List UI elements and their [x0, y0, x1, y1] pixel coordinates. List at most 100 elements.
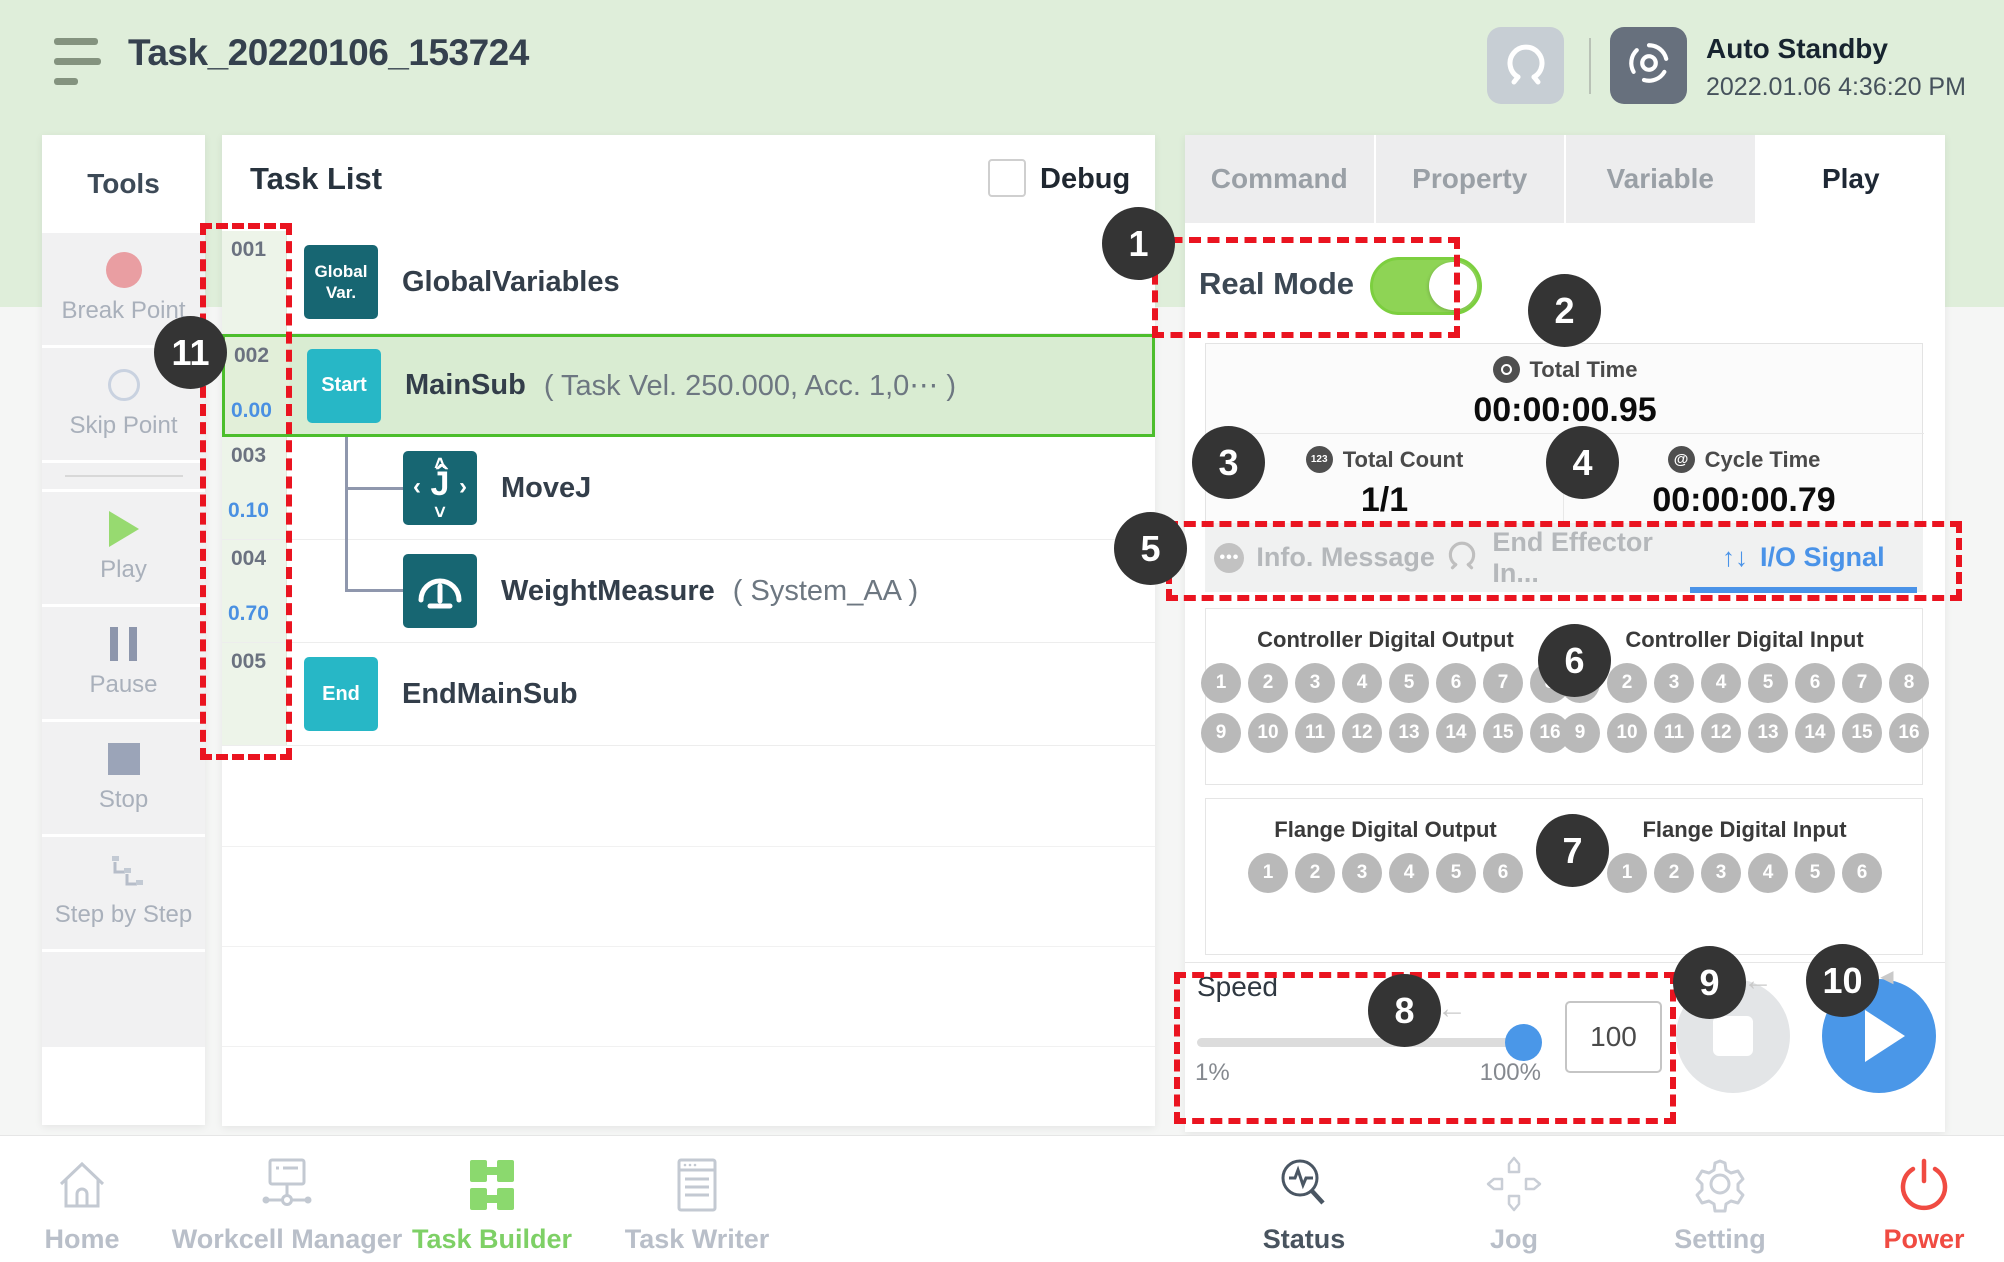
real-mode-toggle[interactable] — [1370, 257, 1482, 315]
io-group-left: Controller Digital Output123456789101112… — [1206, 609, 1565, 784]
movej-icon: ˄‹Ĵ›˅ — [403, 451, 477, 525]
io-channel-indicator: 11 — [1654, 713, 1694, 753]
line-number: 005 — [231, 650, 266, 674]
speed-min-label: 1% — [1195, 1059, 1230, 1087]
line-number: 002 — [234, 344, 269, 368]
tab-command[interactable]: Command — [1185, 135, 1376, 223]
io-tab-end-effector-in-[interactable]: End Effector In... — [1444, 523, 1683, 592]
speed-max-label: 100% — [1461, 1059, 1541, 1087]
line-number: 004 — [231, 547, 266, 571]
task-row-label: MainSub — [405, 369, 526, 402]
line-number-cell: 0020.00 — [225, 337, 290, 434]
total-count-value: 1/1 — [1206, 481, 1563, 520]
nav-item-jog[interactable]: Jog — [1394, 1142, 1634, 1255]
debug-label: Debug — [1040, 163, 1130, 196]
task-list-panel: Task List Debug 001GlobalVar.GlobalVaria… — [222, 135, 1155, 1126]
task-row-content: Start MainSub ( Task Vel. 250.000, Acc. 1,… — [307, 337, 956, 434]
tool-play-button[interactable]: Play — [42, 492, 205, 604]
tab-variable[interactable]: Variable — [1566, 135, 1757, 223]
io-channel-indicator: 1 — [1607, 853, 1647, 893]
tree-connector-vertical — [345, 437, 348, 592]
io-channel-indicator: 8 — [1889, 663, 1929, 703]
tools-divider — [42, 463, 205, 489]
annotation-badge-4: 4 — [1546, 426, 1619, 499]
tool-pause-button[interactable]: Pause — [42, 607, 205, 719]
io-channel-indicator: 5 — [1748, 663, 1788, 703]
annotation-badge-2: 2 — [1528, 274, 1601, 347]
io-channel-indicator: 12 — [1342, 713, 1382, 753]
nav-item-status[interactable]: Status — [1184, 1142, 1424, 1255]
io-tab-label: End Effector In... — [1492, 527, 1683, 589]
nav-item-label: Power — [1804, 1224, 2004, 1255]
io-channel-indicator: 4 — [1389, 853, 1429, 893]
io-tab-label: Info. Message — [1256, 542, 1435, 573]
io-channel-indicator: 3 — [1701, 853, 1741, 893]
end-icon: End — [304, 657, 378, 731]
io-channel-indicator: 3 — [1295, 663, 1335, 703]
total-time-cell: Total Time 00:00:00.95 — [1206, 344, 1924, 434]
io-tab-i-o-signal[interactable]: ↑↓I/O Signal — [1684, 523, 1923, 592]
nav-item-workcell-manager[interactable]: Workcell Manager — [167, 1142, 407, 1255]
nav-item-label: Jog — [1394, 1224, 1634, 1255]
io-channel-indicator: 4 — [1701, 663, 1741, 703]
step-by-step-icon — [42, 851, 205, 897]
empty-row-separator — [222, 1046, 1155, 1047]
annotation-badge-7: 7 — [1536, 814, 1609, 887]
io-channel-indicator: 10 — [1248, 713, 1288, 753]
toggle-knob — [1429, 262, 1477, 310]
nav-item-label: Task Builder — [372, 1224, 612, 1255]
line-number-cell: 001 — [222, 231, 287, 333]
io-channel-indicator: 7 — [1483, 663, 1523, 703]
nav-item-label: Status — [1184, 1224, 1424, 1255]
io-channel-indicator: 5 — [1436, 853, 1476, 893]
task-row-001[interactable]: 001GlobalVar.GlobalVariables — [222, 231, 1155, 334]
task-row-content: EndEndMainSub — [304, 643, 578, 745]
global-var-icon: GlobalVar. — [304, 245, 378, 319]
tool-label: Step by Step — [42, 901, 205, 929]
speed-slider-thumb[interactable] — [1505, 1024, 1542, 1061]
nav-item-task-builder[interactable]: Task Builder — [372, 1142, 612, 1255]
task-list-title: Task List — [250, 161, 382, 197]
task-row-detail: ( Task Vel. 250.000, Acc. 1,0⋯ ) — [544, 368, 956, 403]
line-number: 003 — [231, 444, 266, 468]
gripper-button[interactable] — [1487, 27, 1564, 104]
auto-mode-button[interactable] — [1610, 27, 1687, 104]
speed-slider-track[interactable] — [1197, 1038, 1541, 1047]
speed-value-input[interactable]: 100 — [1565, 1001, 1662, 1073]
io-channel-indicator: 7 — [1842, 663, 1882, 703]
io-group-right: Controller Digital Input1234567891011121… — [1565, 609, 1924, 784]
io-channel-indicator: 14 — [1795, 713, 1835, 753]
task-row-005[interactable]: 005 EndEndMainSub — [222, 643, 1155, 746]
tool-stop-button[interactable]: Stop — [42, 722, 205, 834]
io-channel-indicator: 6 — [1436, 663, 1476, 703]
status-mode-label: Auto Standby — [1706, 33, 1966, 65]
io-channel-indicator: 3 — [1342, 853, 1382, 893]
speed-label: Speed — [1197, 971, 1278, 1003]
play-icon — [42, 506, 205, 552]
task-row-002[interactable]: 0020.00 Start MainSub ( Task Vel. 250.000, … — [222, 334, 1155, 437]
annotation-arrow-8: ← — [1437, 992, 1467, 1026]
menu-icon[interactable] — [54, 36, 106, 88]
robot-status: Auto Standby 2022.01.06 4:36:20 PM — [1706, 33, 1966, 102]
status-datetime: 2022.01.06 4:36:20 PM — [1706, 73, 1966, 102]
nav-item-power[interactable]: Power — [1804, 1142, 2004, 1255]
start-icon: Start — [307, 349, 381, 423]
end-effector-icon — [1444, 536, 1480, 579]
io-channel-indicator: 3 — [1654, 663, 1694, 703]
page-title: Task_20220106_153724 — [128, 32, 529, 74]
tab-play[interactable]: Play — [1757, 135, 1946, 223]
task-row-label: WeightMeasure — [501, 575, 715, 608]
nav-item-task-writer[interactable]: Task Writer — [577, 1142, 817, 1255]
annotation-arrow-9: ← — [1743, 964, 1773, 998]
debug-checkbox[interactable] — [988, 159, 1026, 197]
io-tab-info-message[interactable]: •••Info. Message — [1205, 523, 1444, 592]
io-channel-indicator: 1 — [1201, 663, 1241, 703]
tab-property[interactable]: Property — [1376, 135, 1567, 223]
tool-step-by-step-button[interactable]: Step by Step — [42, 837, 205, 949]
line-number-cell: 0040.70 — [222, 540, 287, 642]
auto-mode-swirl-icon — [1625, 39, 1673, 92]
line-number-cell: 005 — [222, 643, 287, 745]
stop-icon — [42, 736, 205, 782]
io-channel-indicator: 6 — [1842, 853, 1882, 893]
annotation-badge-10: 10 — [1806, 944, 1879, 1017]
